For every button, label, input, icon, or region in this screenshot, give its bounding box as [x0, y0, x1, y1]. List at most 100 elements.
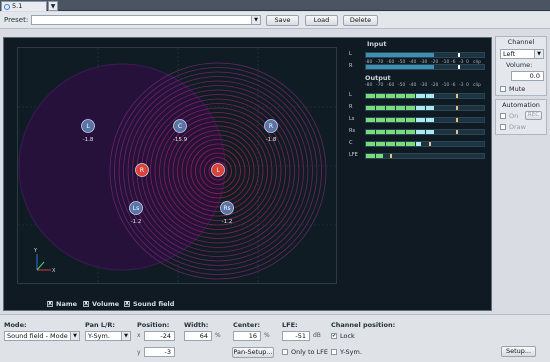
meter-fill: [366, 154, 383, 158]
pan-field-graphic: L-1.8C-15.9R-1.8R LLs-1.2Rs-1.2 Y X: [18, 48, 336, 283]
speaker-l-red[interactable]: L: [211, 163, 225, 177]
width-label: Width:: [184, 321, 209, 329]
checkbox-icon: [500, 86, 506, 92]
width-field[interactable]: 64: [184, 331, 212, 341]
save-button[interactable]: Save: [266, 15, 299, 26]
position-label: Position:: [137, 321, 170, 329]
speaker-rs-blue[interactable]: Rs -1.2: [220, 201, 234, 226]
automation-title: Automation: [502, 101, 540, 109]
level-meters: Input -80 -70 -60 -50 -40 -30 -20 -10 -6 -3 0 clip …: [345, 40, 491, 170]
meter-fill: [366, 53, 435, 57]
pan-lr-select[interactable]: Y-Sym. ▼: [85, 331, 131, 341]
lfe-unit: dB: [313, 332, 321, 339]
meter-label: C: [349, 140, 353, 146]
meter-fill: [366, 65, 435, 69]
meter-peak: [458, 65, 461, 69]
meter-fill-high: [415, 130, 435, 134]
load-button[interactable]: Load: [305, 15, 338, 26]
scale-tick: -70: [376, 83, 384, 88]
lock-checkbox[interactable]: ✔ Lock: [331, 332, 355, 340]
pan-lr-label: Pan L/R:: [85, 321, 115, 329]
checkbox-icon: X: [83, 301, 89, 307]
scale-tick: 0: [466, 83, 469, 88]
automation-on-checkbox[interactable]: On: [500, 112, 518, 120]
meter-label: Ls: [349, 116, 355, 122]
meter-label: R: [349, 63, 353, 69]
scale-tick: -80: [365, 83, 373, 88]
chevron-down-icon: ▼: [534, 50, 543, 58]
show-volume-checkbox[interactable]: X Volume: [83, 300, 119, 308]
meter-peak: [455, 106, 458, 110]
y-sym-checkbox[interactable]: Y-Sym.: [331, 348, 362, 356]
speaker-volume: -1.8: [83, 137, 94, 143]
meter-bar-r: [365, 64, 485, 70]
position-y-field[interactable]: -3: [144, 347, 175, 357]
speaker-name: R: [269, 123, 273, 130]
scale-tick: -6: [451, 83, 456, 88]
show-sound-field-checkbox[interactable]: X Sound field: [124, 300, 174, 308]
speaker-name: C: [178, 123, 182, 130]
rec-button[interactable]: REC: [525, 111, 542, 120]
meter-fill-high: [415, 106, 435, 110]
speaker-name: Rs: [223, 205, 230, 212]
speaker-volume: -1.2: [131, 219, 142, 225]
scale-tick: -30: [420, 83, 428, 88]
axis-y-label: Y: [33, 248, 38, 254]
mode-label: Mode:: [4, 321, 27, 329]
speaker-name: Ls: [133, 205, 139, 212]
axis-x-label: X: [52, 268, 56, 274]
checkbox-icon: [500, 113, 506, 119]
preset-select[interactable]: ▼: [31, 15, 261, 25]
volume-label: Volume:: [506, 61, 533, 69]
meter-peak: [389, 154, 392, 158]
output-title: Output: [365, 74, 391, 82]
mute-checkbox[interactable]: Mute: [500, 85, 525, 93]
speaker-volume: -1.8: [266, 137, 277, 143]
meter-fill-high: [415, 142, 422, 146]
meter-label: LFE: [349, 152, 358, 158]
mode-select[interactable]: Sound field - Mode ▼: [4, 331, 80, 341]
show-name-checkbox[interactable]: X Name: [47, 300, 77, 308]
checkbox-icon: ✔: [331, 333, 337, 339]
speaker-r-red[interactable]: R: [135, 163, 149, 177]
meter-fill: [366, 142, 422, 146]
channel-position-label: Channel position:: [331, 321, 396, 329]
center-field[interactable]: 16: [233, 331, 261, 341]
meter-label: L: [349, 92, 352, 98]
scale-tick: -20: [431, 83, 439, 88]
lfe-label: LFE:: [282, 321, 298, 329]
meter-bar-lfe: [365, 153, 485, 159]
tab-5-1-master[interactable]: 5.1 Master: [1, 1, 47, 19]
channel-select[interactable]: Left ▼: [500, 49, 544, 59]
checkbox-icon: X: [124, 301, 130, 307]
setup-button[interactable]: Setup...: [501, 346, 536, 357]
delete-button[interactable]: Delete: [343, 15, 378, 26]
automation-group: Automation On REC Draw: [495, 99, 547, 135]
surround-pan-field[interactable]: L -1.8 C -15.9 R -1.8 R L Ls -1.2 Rs -1.2 Y X: [17, 47, 337, 284]
width-unit: %: [215, 332, 221, 339]
y-label: y: [137, 349, 141, 356]
volume-field[interactable]: 0.0: [511, 71, 544, 81]
channel-title: Channel: [507, 38, 535, 46]
center-unit: %: [264, 332, 270, 339]
scale-tick: -3: [459, 83, 464, 88]
speaker-volume: -1.2: [222, 219, 233, 225]
scale-tick: -40: [409, 83, 417, 88]
checkbox-icon: X: [47, 301, 53, 307]
automation-draw-checkbox[interactable]: Draw: [500, 123, 526, 131]
position-x-field[interactable]: -24: [144, 331, 175, 341]
only-to-lfe-checkbox[interactable]: Only to LFE: [282, 348, 328, 356]
checkbox-icon: [331, 349, 337, 355]
meter-peak: [455, 118, 458, 122]
tab-dropdown-button[interactable]: ▼: [48, 1, 58, 11]
meter-fill-high: [415, 118, 435, 122]
pan-setup-button[interactable]: Pan-Setup...: [232, 347, 274, 358]
meter-label: Rs: [349, 128, 356, 134]
meter-bar-r: [365, 105, 485, 111]
axis-indicator: Y X: [33, 248, 56, 274]
input-title: Input: [367, 40, 387, 48]
lfe-field[interactable]: -51: [282, 331, 310, 341]
checkbox-icon: [282, 349, 288, 355]
meter-bar-l: [365, 52, 485, 58]
scale-tick: -10: [442, 83, 450, 88]
